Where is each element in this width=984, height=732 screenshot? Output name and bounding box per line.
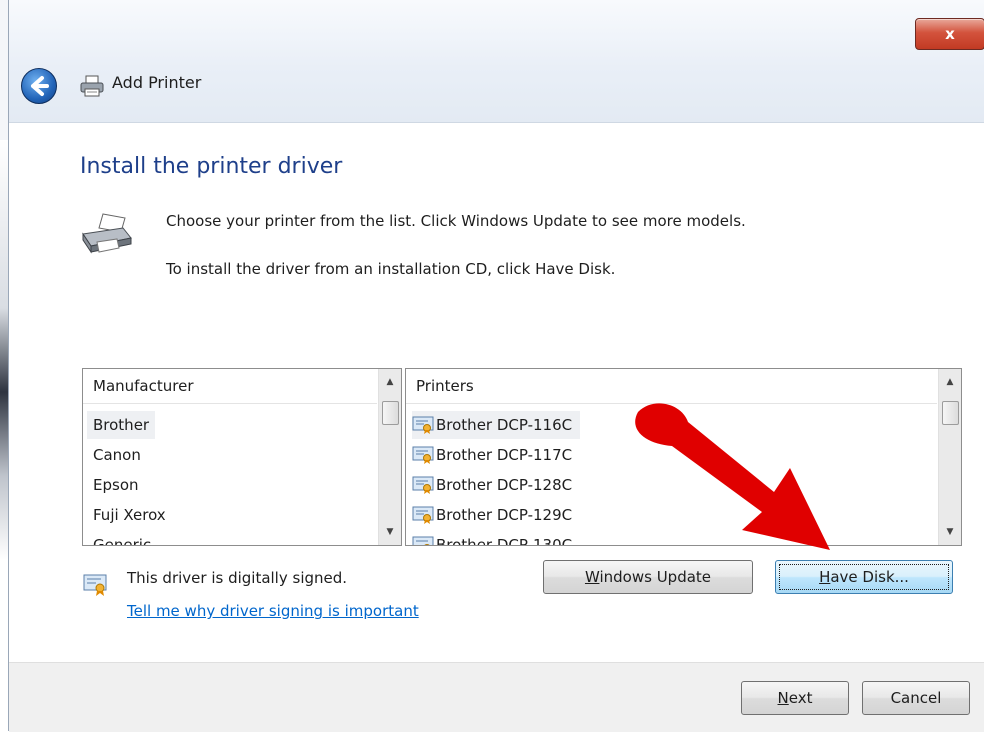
manufacturer-listbox[interactable]: Manufacturer Brother Canon Epson Fuji Xe… bbox=[82, 368, 402, 546]
printers-column-header[interactable]: Printers bbox=[406, 369, 937, 404]
next-button[interactable]: Next bbox=[741, 681, 849, 715]
printer-item[interactable]: Brother DCP-117C bbox=[412, 441, 572, 469]
page-heading: Install the printer driver bbox=[80, 154, 343, 179]
manufacturer-item[interactable]: Canon bbox=[87, 441, 147, 469]
printer-icon bbox=[80, 75, 104, 97]
scroll-thumb[interactable] bbox=[942, 401, 959, 425]
back-button[interactable] bbox=[21, 68, 57, 104]
cancel-button[interactable]: Cancel bbox=[862, 681, 970, 715]
instruction-text-1: Choose your printer from the list. Click… bbox=[166, 212, 746, 230]
printer-item-label: Brother DCP-116C bbox=[436, 416, 573, 434]
driver-signing-help-link[interactable]: Tell me why driver signing is important bbox=[127, 602, 419, 620]
manufacturer-item[interactable]: Epson bbox=[87, 471, 145, 499]
cancel-label: Cancel bbox=[890, 689, 942, 707]
printer-item-label: Brother DCP-129C bbox=[436, 506, 573, 524]
title-bar: x Add Printer bbox=[9, 0, 984, 123]
manufacturer-scrollbar[interactable]: ▲ ▼ bbox=[378, 369, 401, 545]
red-arrow-annotation bbox=[635, 403, 830, 550]
close-button[interactable]: x bbox=[915, 18, 984, 50]
printers-scrollbar[interactable]: ▲ ▼ bbox=[938, 369, 961, 545]
scroll-down-arrow-icon[interactable]: ▼ bbox=[379, 521, 401, 543]
back-arrow-icon bbox=[31, 76, 49, 96]
manufacturer-item[interactable]: Generic bbox=[87, 531, 157, 545]
printer-item-label: Brother DCP-117C bbox=[436, 446, 573, 464]
manufacturer-item[interactable]: Fuji Xerox bbox=[87, 501, 172, 529]
have-disk-button[interactable]: Have Disk... bbox=[775, 560, 953, 594]
printer-item[interactable]: Brother DCP-116C bbox=[412, 411, 581, 439]
printer-item[interactable]: Brother DCP-128C bbox=[412, 471, 572, 499]
printer-item[interactable]: Brother DCP-130C bbox=[412, 531, 573, 546]
window-title: Add Printer bbox=[112, 73, 202, 92]
certificate-icon bbox=[83, 574, 107, 596]
next-label: Next bbox=[777, 689, 813, 707]
certificate-icon bbox=[412, 416, 434, 434]
scroll-down-arrow-icon[interactable]: ▼ bbox=[939, 521, 961, 543]
printer-item[interactable]: Brother DCP-129C bbox=[412, 501, 572, 529]
manufacturer-item[interactable]: Brother bbox=[87, 411, 156, 439]
add-printer-dialog: x Add Printer Install the printer driver… bbox=[8, 0, 984, 732]
manufacturer-column-header[interactable]: Manufacturer bbox=[83, 369, 377, 404]
scroll-thumb[interactable] bbox=[382, 401, 399, 425]
certificate-icon bbox=[412, 446, 434, 464]
certificate-icon bbox=[412, 476, 434, 494]
focus-ring bbox=[779, 564, 949, 590]
instruction-text-2: To install the driver from an installati… bbox=[166, 260, 616, 278]
scroll-up-arrow-icon[interactable]: ▲ bbox=[379, 371, 401, 393]
driver-signed-status: This driver is digitally signed. bbox=[127, 569, 348, 587]
printer-item-label: Brother DCP-130C bbox=[436, 536, 573, 546]
certificate-icon bbox=[412, 506, 434, 524]
printer-item-label: Brother DCP-128C bbox=[436, 476, 573, 494]
close-icon: x bbox=[945, 25, 955, 43]
scroll-up-arrow-icon[interactable]: ▲ bbox=[939, 371, 961, 393]
printer-large-icon bbox=[82, 213, 132, 254]
certificate-icon bbox=[412, 536, 434, 545]
windows-update-button[interactable]: Windows Update bbox=[543, 560, 753, 594]
windows-update-label: Windows Update bbox=[584, 568, 712, 586]
dialog-footer: Next Cancel bbox=[9, 662, 984, 732]
